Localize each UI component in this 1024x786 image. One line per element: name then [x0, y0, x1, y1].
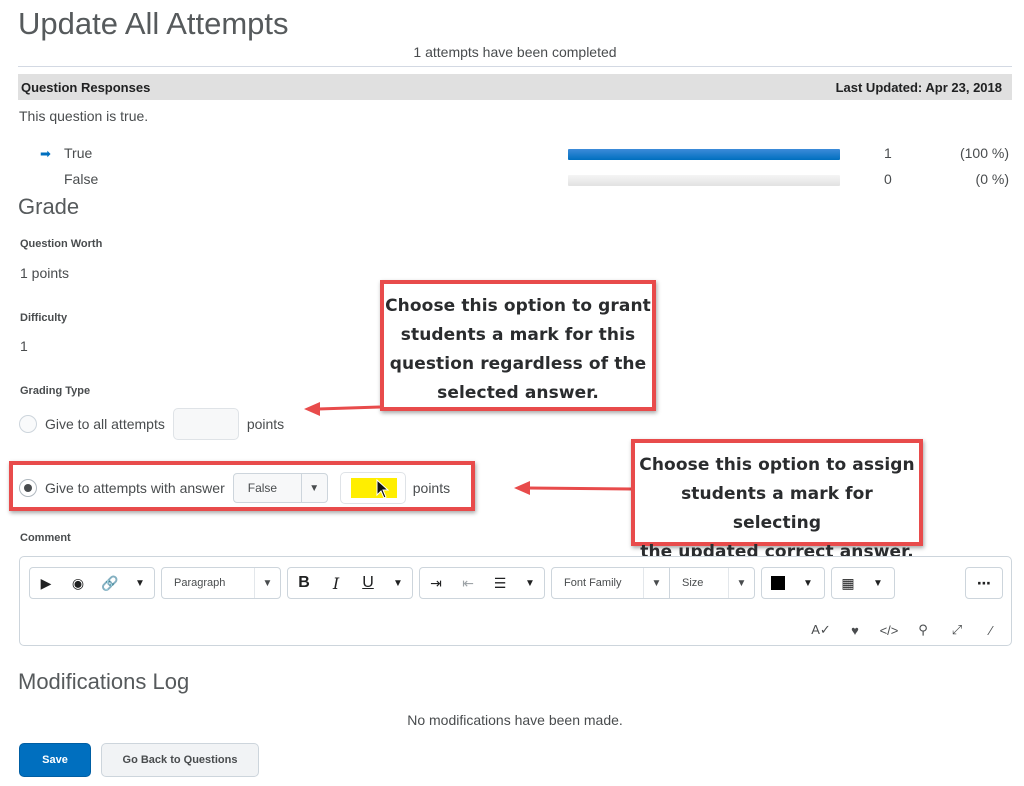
text-color-swatch [762, 568, 794, 598]
spellcheck-icon[interactable]: A✓ [804, 615, 838, 645]
font-size-select[interactable]: Size ▼ [670, 568, 754, 598]
chevron-down-icon[interactable]: ▼ [126, 568, 154, 598]
resize-handle-icon[interactable]: ∕ [974, 615, 1008, 645]
insert-video-icon[interactable]: ▶ [30, 568, 62, 598]
chevron-down-icon: ▼ [643, 568, 669, 598]
format-select[interactable]: Paragraph ▼ [161, 567, 281, 599]
color-swatch [771, 576, 785, 590]
arrow-line-assign [527, 486, 633, 491]
chevron-down-icon: ▼ [728, 568, 754, 598]
callout-assign-line: Choose this option to assign [639, 455, 915, 475]
chevron-down-icon[interactable]: ▼ [516, 568, 544, 598]
text-color-picker[interactable]: ▼ [761, 567, 825, 599]
list-toolbar-group: ⇥ ⇤ ☰ ▼ [419, 567, 545, 599]
modifications-log-title: Modifications Log [18, 669, 190, 694]
chevron-down-icon[interactable]: ▼ [794, 568, 822, 598]
insert-link-icon[interactable]: 🔗 [94, 568, 126, 598]
go-back-to-questions-button[interactable]: Go Back to Questions [101, 743, 259, 777]
modifications-empty-text: No modifications have been made. [407, 712, 623, 728]
comment-label: Comment [20, 532, 71, 544]
more-icon: ⋯ [977, 574, 991, 591]
chevron-down-icon[interactable]: ▼ [384, 568, 412, 598]
preview-icon[interactable]: ⚲ [906, 615, 940, 645]
insert-image-icon[interactable]: ◉ [62, 568, 94, 598]
format-select-value: Paragraph [174, 577, 226, 589]
chevron-down-icon[interactable]: ▼ [864, 568, 892, 598]
arrow-line-grant [317, 405, 381, 411]
insert-toolbar-group: ▶ ◉ 🔗 ▼ [29, 567, 155, 599]
text-style-toolbar-group: B I U ▼ [287, 567, 413, 599]
source-code-icon[interactable]: </> [872, 615, 906, 645]
bullet-list-icon[interactable]: ☰ [484, 568, 516, 598]
accessibility-check-icon[interactable]: ♥ [838, 615, 872, 645]
italic-icon[interactable]: I [320, 568, 352, 598]
indent-icon[interactable]: ⇥ [420, 568, 452, 598]
chevron-down-icon: ▼ [254, 568, 280, 598]
callout-assign-answer: Choose this option to assign students a … [631, 439, 923, 562]
callout-assign-line: students a mark for selecting [681, 484, 873, 533]
editor-tools-row: A✓ ♥ </> ⚲ ⤢ ∕ [804, 615, 1008, 645]
fullscreen-icon[interactable]: ⤢ [940, 615, 974, 645]
font-toolbar-group: Font Family ▼ Size ▼ [551, 567, 755, 599]
save-button[interactable]: Save [19, 743, 91, 777]
underline-icon[interactable]: U [352, 568, 384, 598]
comment-editor[interactable]: ▶ ◉ 🔗 ▼ Paragraph ▼ B I U ▼ ⇥ ⇤ ☰ ▼ Font… [19, 556, 1012, 646]
more-actions-button[interactable]: ⋯ [965, 567, 1003, 599]
outdent-icon[interactable]: ⇤ [452, 568, 484, 598]
arrow-head-assign [514, 481, 530, 495]
font-size-value: Size [682, 577, 704, 589]
table-toolbar-group: ▦ ▼ [831, 567, 895, 599]
arrow-head-grant [304, 402, 320, 416]
font-family-select[interactable]: Font Family ▼ [552, 568, 670, 598]
font-family-value: Font Family [564, 577, 622, 589]
bold-icon[interactable]: B [288, 568, 320, 598]
table-icon[interactable]: ▦ [832, 568, 864, 598]
